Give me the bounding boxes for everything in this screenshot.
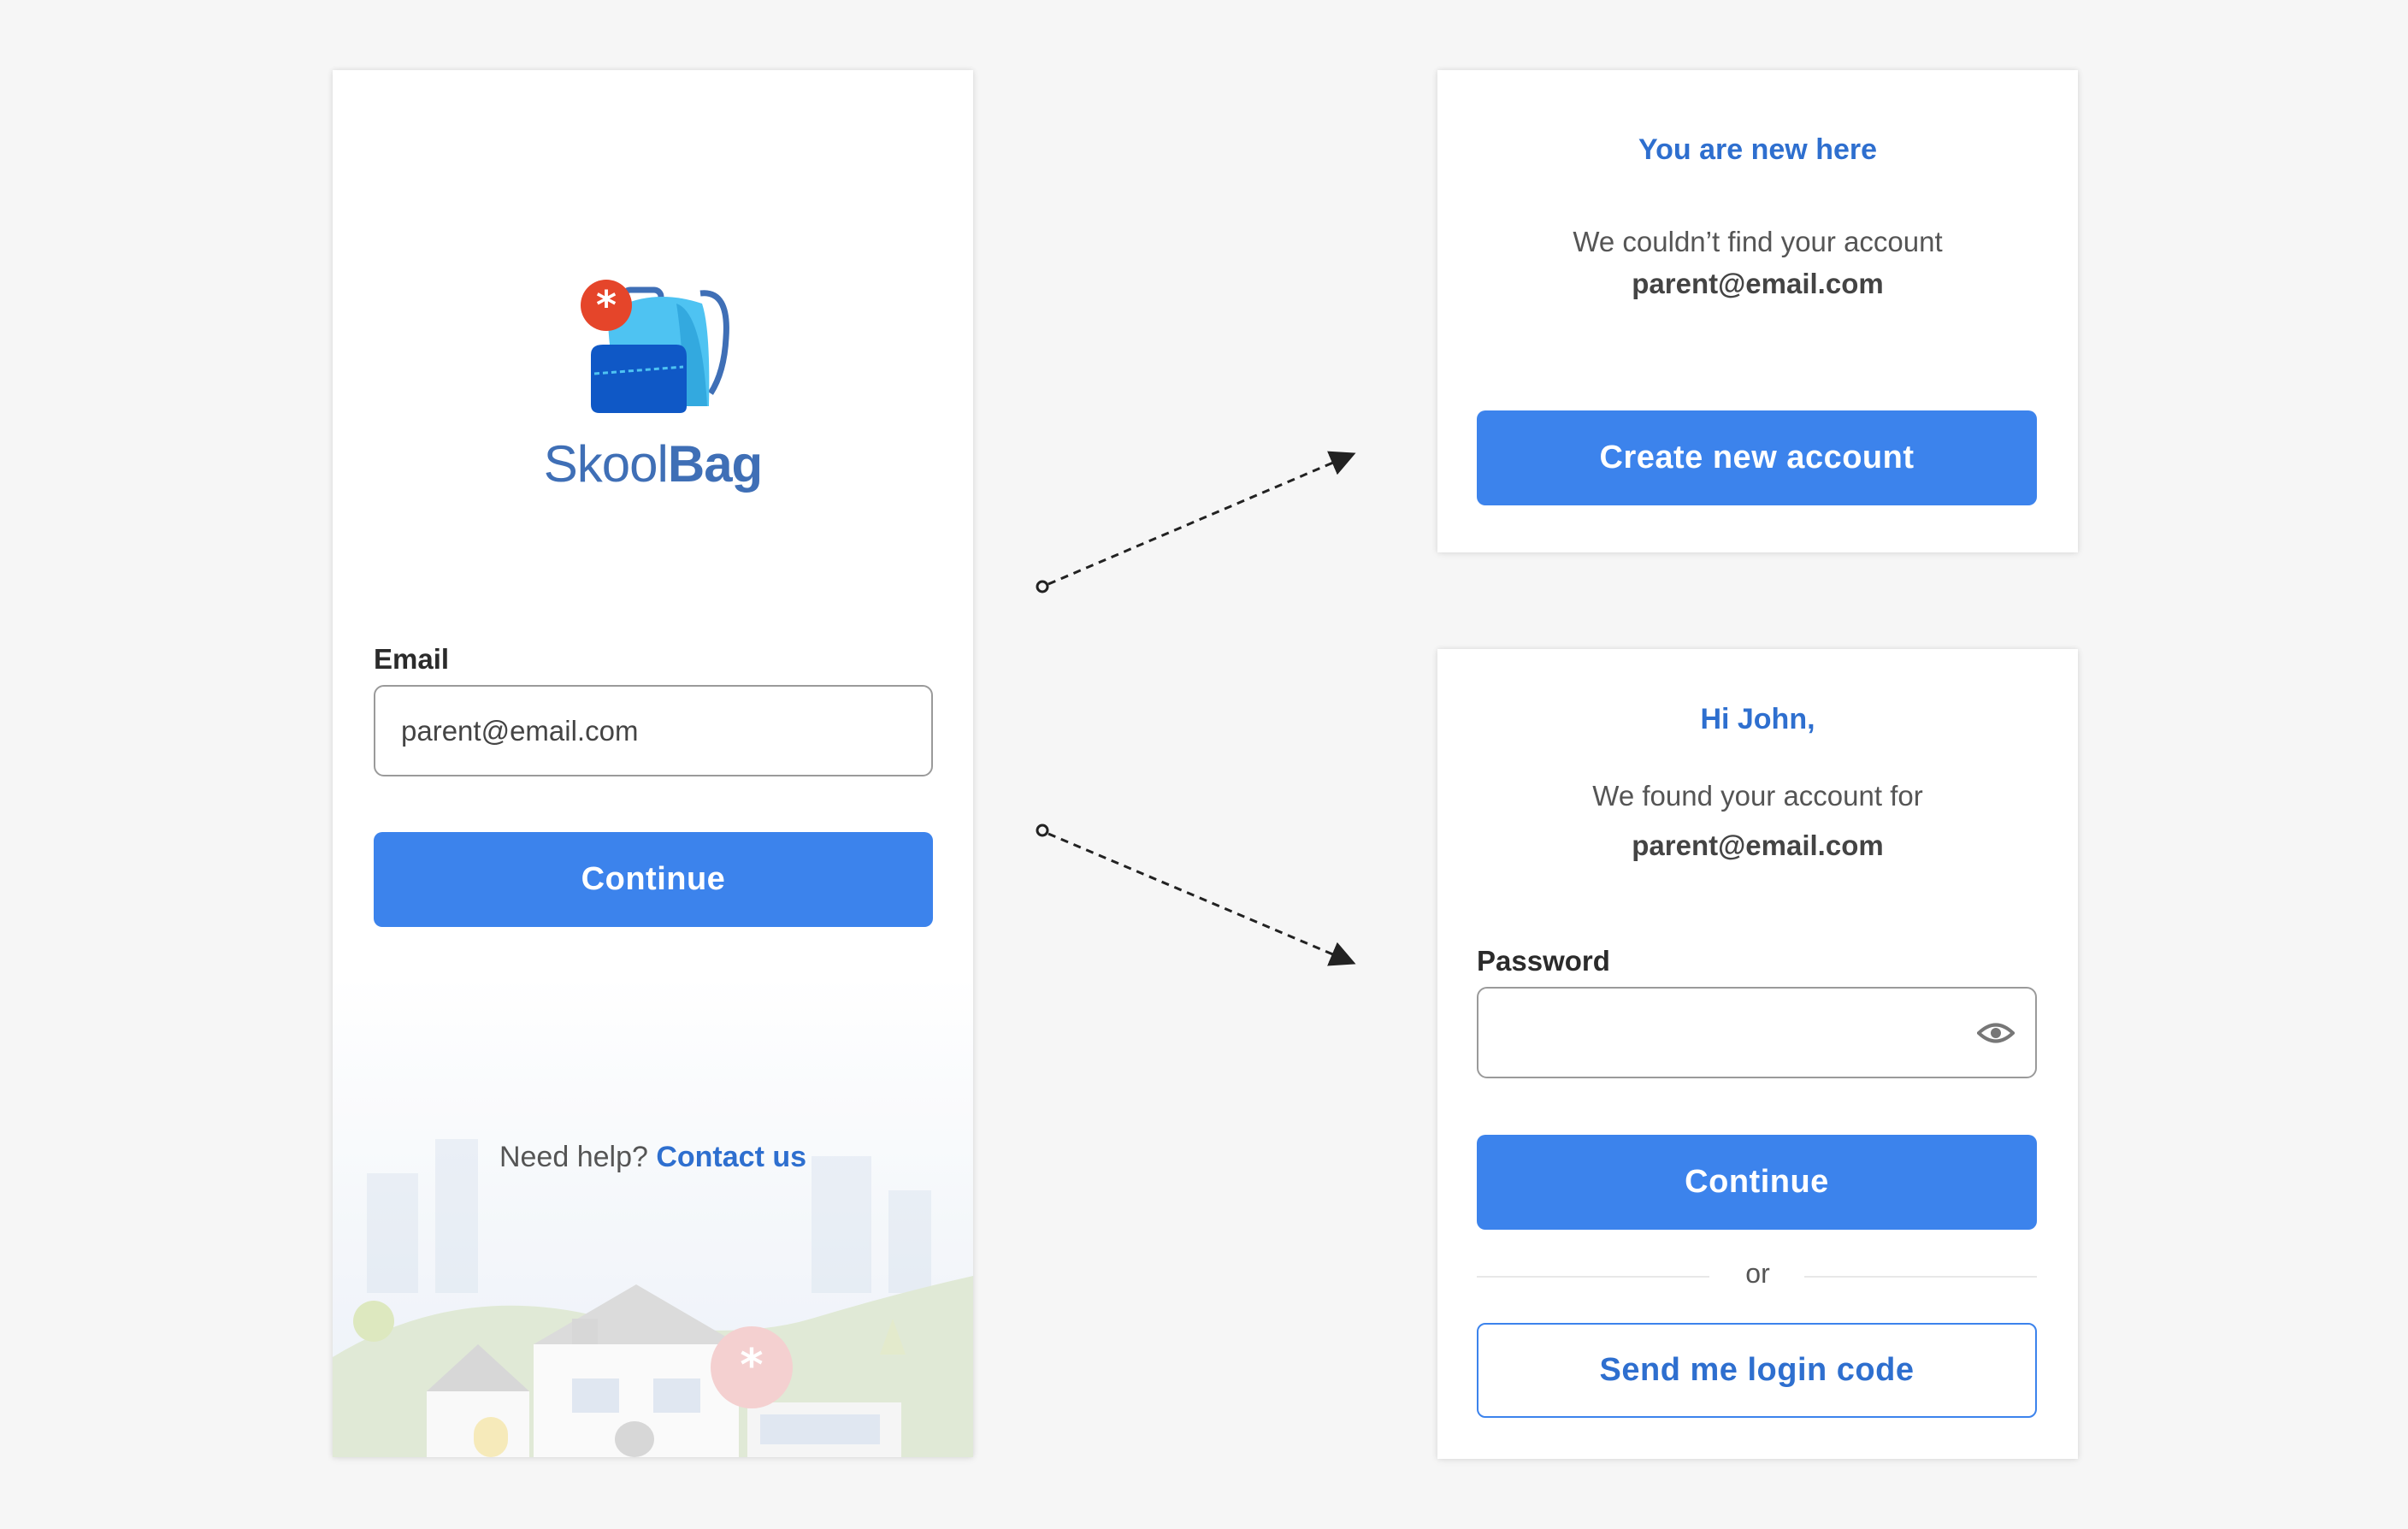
found-account-email: parent@email.com	[1632, 829, 1884, 861]
backpack-logo-icon: *	[581, 280, 729, 413]
contact-us-link[interactable]: Contact us	[656, 1141, 806, 1173]
arrow-to-found-account	[1036, 824, 1356, 966]
new-account-email: parent@email.com	[1632, 268, 1884, 299]
password-field[interactable]	[1477, 987, 2037, 1078]
not-found-message: We couldn’t find your account	[1573, 226, 1943, 257]
password-label: Password	[1477, 945, 1610, 977]
divider-right	[1804, 1276, 2037, 1278]
email-field[interactable]: parent@email.com	[374, 685, 933, 776]
or-separator: or	[1745, 1258, 1770, 1289]
new-account-card: You are new here We couldn’t find your a…	[1437, 70, 2078, 552]
email-field-value: parent@email.com	[401, 714, 639, 747]
house-illustration: *	[333, 977, 973, 1457]
greeting-heading: Hi John,	[1700, 703, 1815, 735]
continue-button[interactable]: Continue	[374, 832, 933, 927]
svg-text:*: *	[596, 282, 617, 328]
help-prompt: Need help?	[499, 1141, 648, 1173]
brand-wordmark-light: Skool	[543, 435, 669, 493]
eye-icon[interactable]	[1977, 1020, 2015, 1046]
brand-wordmark: SkoolBag	[333, 434, 973, 493]
help-text: Need help? Contact us	[333, 1141, 973, 1174]
email-label: Email	[374, 643, 450, 675]
login-card: * * SkoolBag Email parent@email.com Cont…	[333, 70, 973, 1457]
arrow-to-new-account	[1036, 451, 1356, 593]
send-login-code-button[interactable]: Send me login code	[1477, 1323, 2037, 1418]
new-account-heading: You are new here	[1638, 133, 1878, 166]
found-account-card: Hi John, We found your account for paren…	[1437, 649, 2078, 1459]
found-message: We found your account for	[1592, 780, 1923, 812]
brand-wordmark-bold: Bag	[667, 435, 763, 493]
password-continue-button[interactable]: Continue	[1477, 1135, 2037, 1230]
create-account-button[interactable]: Create new account	[1477, 410, 2037, 505]
